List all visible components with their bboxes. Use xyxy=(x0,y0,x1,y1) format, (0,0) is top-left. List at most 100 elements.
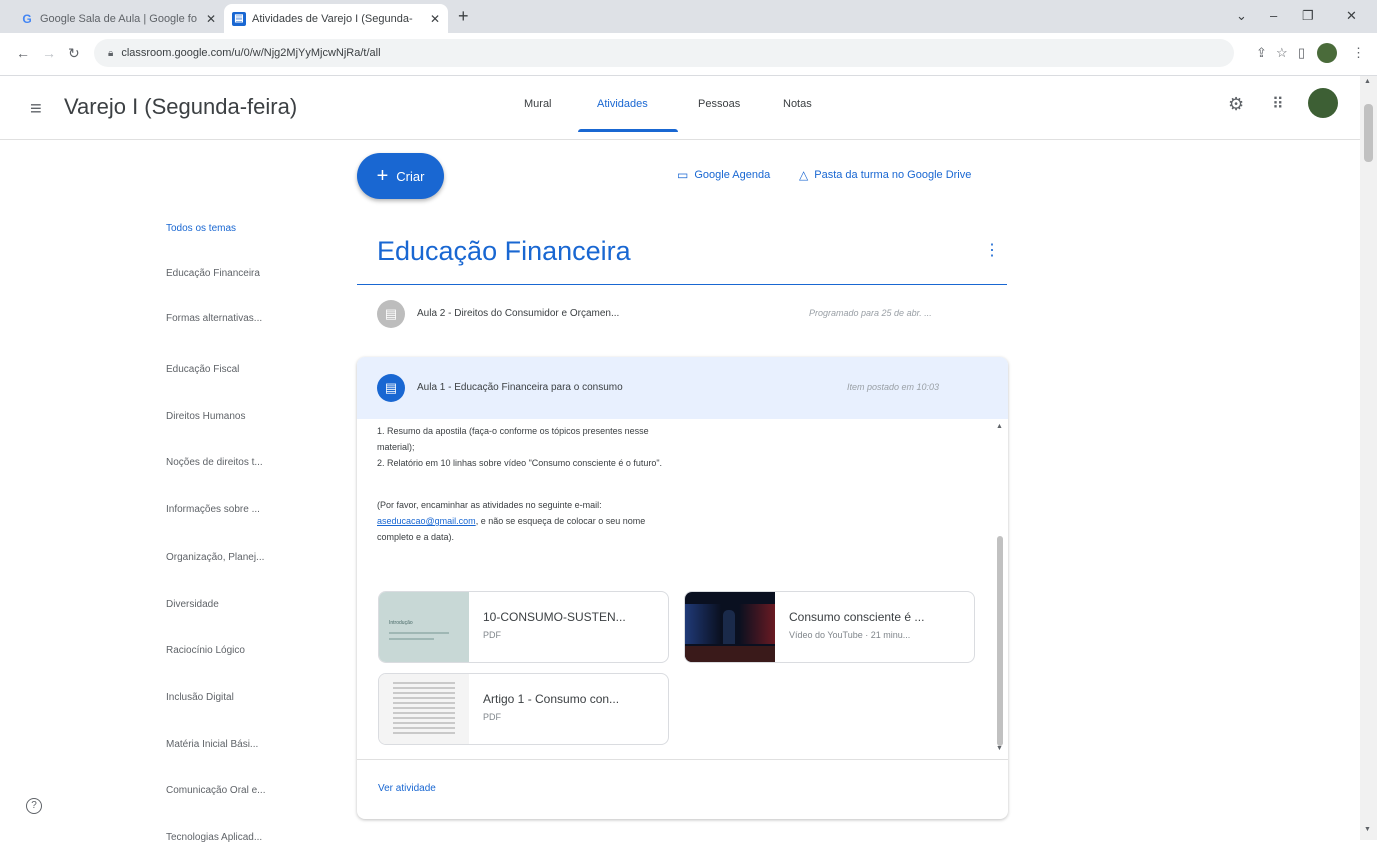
new-tab-icon[interactable]: + xyxy=(458,6,469,27)
card-scrollbar[interactable]: ▲ ▼ xyxy=(994,421,1006,761)
topic-item[interactable]: Raciocínio Lógico xyxy=(166,645,245,656)
description-text: , e não se esqueça de colocar o seu nome xyxy=(475,516,646,526)
topic-item[interactable]: Direitos Humanos xyxy=(166,411,245,422)
scroll-up-icon[interactable]: ▲ xyxy=(1364,78,1371,85)
plus-icon: + xyxy=(376,164,389,187)
tab-pessoas[interactable]: Pessoas xyxy=(698,98,740,110)
assignment-icon: ▤ xyxy=(377,374,405,402)
attachment-title: Artigo 1 - Consumo con... xyxy=(483,692,620,706)
tab-mural[interactable]: Mural xyxy=(524,98,552,110)
back-icon[interactable]: ← xyxy=(16,45,30,61)
help-icon[interactable]: ? xyxy=(26,798,42,814)
topic-item[interactable]: Informações sobre ... xyxy=(166,504,260,515)
item-posted-time: Item postado em 10:03 xyxy=(847,382,940,392)
url-text: classroom.google.com/u/0/w/Njg2MjYyMjcwN… xyxy=(121,47,381,59)
topic-item[interactable]: Todos os temas xyxy=(166,223,236,234)
drive-link-label: Pasta da turma no Google Drive xyxy=(814,169,972,181)
share-icon[interactable]: ⇪ xyxy=(1256,45,1267,61)
view-activity-link[interactable]: Ver atividade xyxy=(378,783,436,794)
reload-icon[interactable]: ↻ xyxy=(68,45,80,62)
item-title: Aula 1 - Educação Financeira para o cons… xyxy=(417,382,623,393)
topic-item[interactable]: Educação Financeira xyxy=(166,268,260,279)
browser-tabstrip: G Google Sala de Aula | Google fo ✕ ▤ At… xyxy=(0,0,1377,33)
card-footer-divider xyxy=(357,759,1008,760)
card-header[interactable]: ▤ Aula 1 - Educação Financeira para o co… xyxy=(357,357,1008,419)
url-field[interactable]: 🔒︎ classroom.google.com/u/0/w/Njg2MjYyMj… xyxy=(94,39,1234,67)
more-options-icon[interactable]: ⋮ xyxy=(984,240,1000,260)
attachment-type: Vídeo do YouTube · 21 minu... xyxy=(789,630,911,640)
attachment-youtube[interactable]: Consumo consciente é ... Vídeo do YouTub… xyxy=(684,591,975,663)
pdf-thumbnail xyxy=(379,674,469,744)
browser-profile-avatar[interactable] xyxy=(1317,43,1337,63)
item-title: Aula 2 - Direitos do Consumidor e Orçame… xyxy=(417,308,620,319)
tab-atividades[interactable]: Atividades xyxy=(597,98,648,110)
close-tab-icon[interactable]: ✕ xyxy=(206,12,216,26)
create-button[interactable]: + Criar xyxy=(357,153,444,199)
assignment-icon: ▤ xyxy=(377,300,405,328)
sidepanel-icon[interactable]: ▯ xyxy=(1298,45,1305,61)
topic-item[interactable]: Comunicação Oral e... xyxy=(166,785,266,796)
assignment-description: 1. Resumo da apostila (faça-o conforme o… xyxy=(377,423,987,545)
topic-item[interactable]: Matéria Inicial Bási... xyxy=(166,739,258,750)
scrollbar-thumb[interactable] xyxy=(1364,104,1373,162)
scroll-down-icon[interactable]: ▼ xyxy=(996,745,1003,752)
close-tab-icon[interactable]: ✕ xyxy=(430,12,440,26)
topic-item[interactable]: Diversidade xyxy=(166,599,219,610)
scroll-down-icon[interactable]: ▼ xyxy=(1364,826,1371,833)
drive-folder-link[interactable]: △ Pasta da turma no Google Drive xyxy=(799,168,971,182)
topic-item[interactable]: Tecnologias Aplicad... xyxy=(166,832,262,843)
thumbnail-text: Introdução xyxy=(389,620,413,626)
google-calendar-link[interactable]: ▭ Google Agenda xyxy=(677,168,770,182)
section-title: Educação Financeira xyxy=(377,236,631,266)
topic-item[interactable]: Educação Fiscal xyxy=(166,364,239,375)
scroll-up-icon[interactable]: ▲ xyxy=(996,423,1003,430)
browser-menu-icon[interactable]: ⋮ xyxy=(1352,45,1365,61)
expanded-assignment-card: ▤ Aula 1 - Educação Financeira para o co… xyxy=(357,357,1008,819)
topic-item[interactable]: Inclusão Digital xyxy=(166,692,234,703)
scrollbar-thumb[interactable] xyxy=(997,536,1003,746)
tab-title: Atividades de Varejo I (Segunda- xyxy=(252,12,413,25)
topic-item[interactable]: Formas alternativas... xyxy=(166,313,262,324)
forward-icon[interactable]: → xyxy=(42,45,56,61)
restore-icon[interactable]: ❐ xyxy=(1302,8,1314,24)
drive-icon: △ xyxy=(799,168,809,182)
class-title[interactable]: Varejo I (Segunda-feira) xyxy=(64,94,297,120)
close-window-icon[interactable]: ✕ xyxy=(1346,8,1357,24)
description-line: 1. Resumo da apostila (faça-o conforme o… xyxy=(377,426,649,436)
header-divider xyxy=(0,139,1360,140)
description-line: material); xyxy=(377,442,415,452)
minimize-icon[interactable]: – xyxy=(1270,8,1277,23)
hamburger-menu-icon[interactable]: ≡ xyxy=(30,98,42,121)
classroom-header: ≡ Varejo I (Segunda-feira) Mural Ativida… xyxy=(0,76,1360,140)
topic-item[interactable]: Noções de direitos t... xyxy=(166,457,263,468)
description-line: completo e a data). xyxy=(377,532,455,542)
settings-gear-icon[interactable]: ⚙ xyxy=(1228,94,1244,115)
classwork-item[interactable]: ▤ Aula 2 - Direitos do Consumidor e Orça… xyxy=(357,290,1007,338)
attachment-pdf[interactable]: Artigo 1 - Consumo con... PDF xyxy=(378,673,669,745)
browser-tab-atividades[interactable]: ▤ Atividades de Varejo I (Segunda- ✕ xyxy=(224,4,448,33)
attachment-type: PDF xyxy=(483,630,501,640)
pdf-thumbnail: Introdução xyxy=(379,592,469,662)
description-line: 2. Relatório em 10 linhas sobre vídeo "C… xyxy=(377,458,663,468)
topic-item[interactable]: Organização, Planej... xyxy=(166,552,264,563)
user-avatar[interactable] xyxy=(1308,88,1338,118)
lock-icon: 🔒︎ xyxy=(108,47,114,59)
tab-search-icon[interactable]: ⌄ xyxy=(1236,8,1247,24)
calendar-link-label: Google Agenda xyxy=(694,169,771,181)
item-schedule: Programado para 25 de abr. ... xyxy=(809,308,932,318)
classroom-icon: ▤ xyxy=(232,11,246,26)
apps-grid-icon[interactable]: ⠿ xyxy=(1272,94,1284,114)
section-divider xyxy=(357,284,1007,285)
email-link[interactable]: aseducacao@gmail.com xyxy=(377,516,476,526)
tab-notas[interactable]: Notas xyxy=(783,98,812,110)
address-bar-row: ← → ↻ 🔒︎ classroom.google.com/u/0/w/Njg2… xyxy=(0,33,1377,76)
page-scrollbar[interactable]: ▲ ▼ xyxy=(1360,76,1377,840)
tab-title: Google Sala de Aula | Google fo xyxy=(40,12,197,25)
attachment-title: 10-CONSUMO-SUSTEN... xyxy=(483,610,626,624)
attachment-pdf[interactable]: Introdução 10-CONSUMO-SUSTEN... PDF xyxy=(378,591,669,663)
calendar-icon: ▭ xyxy=(677,168,689,182)
description-line: (Por favor, encaminhar as atividades no … xyxy=(377,500,602,510)
browser-tab-classroom[interactable]: G Google Sala de Aula | Google fo ✕ xyxy=(12,4,224,33)
google-icon: G xyxy=(22,11,32,26)
bookmark-star-icon[interactable]: ☆ xyxy=(1276,45,1288,61)
